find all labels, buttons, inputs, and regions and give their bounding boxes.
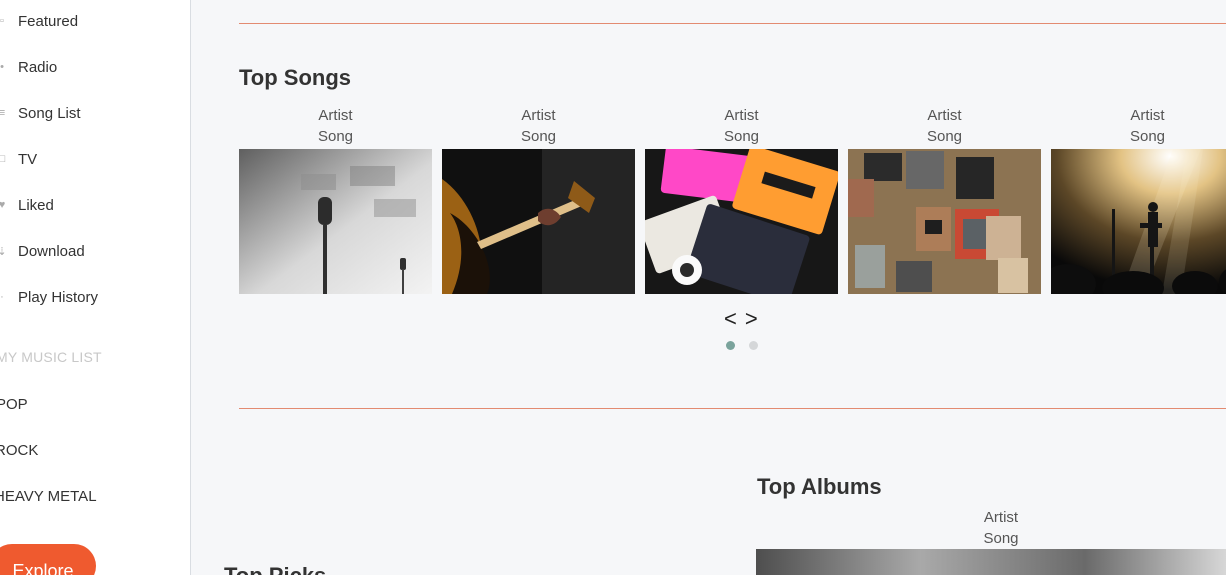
sidebar-item-download[interactable]: ⇣ Download [0,239,85,263]
sidebar-item-play-history[interactable]: · Play History [0,285,98,309]
sidebar-item-label: TV [18,150,38,168]
song-cover-cassettes[interactable] [645,149,838,294]
concert-stage-illustration [1051,149,1226,294]
sidebar-item-label: Song List [18,104,81,122]
history-icon: · [0,291,4,303]
carousel-dot[interactable] [749,341,758,350]
sidebar-item-liked[interactable]: ♥ Liked [0,193,54,217]
song-name: Song [520,128,557,145]
album-artist-name: Artist [983,509,1019,526]
sidebar-item-label: Download [18,242,85,260]
carousel-dot-active[interactable] [726,341,735,350]
my-music-list-heading: MY MUSIC LIST [0,349,102,365]
sidebar: ▫ Featured • Radio ≡ Song List □ TV ♥ Li… [0,0,191,575]
cassette-tapes-illustration [645,149,838,294]
song-card[interactable]: Artist Song [1051,105,1226,147]
sidebar-item-featured[interactable]: ▫ Featured [0,9,78,33]
song-cover-concert[interactable] [1051,149,1226,294]
top-picks-heading: Top Picks [224,563,326,575]
guitar-illustration [442,149,635,294]
sidebar-item-label: Radio [18,58,58,76]
artist-name: Artist [724,107,759,124]
chevron-left-icon[interactable]: < [724,306,745,331]
main-content: Top Songs Artist Song Artist Song Artist… [192,0,1226,575]
song-card[interactable]: Artist Song [442,105,635,147]
carousel-nav: <> [724,306,766,332]
sidebar-item-label: Featured [18,12,79,30]
album-song-name: Song [983,530,1019,547]
artist-name: Artist [521,107,556,124]
tv-icon: □ [0,153,8,165]
song-cover-amplifiers[interactable] [848,149,1041,294]
radio-icon: • [0,61,4,73]
song-card[interactable]: Artist Song [645,105,838,147]
song-cover-guitar[interactable] [442,149,635,294]
list-icon: ≡ [0,107,8,119]
song-card[interactable]: Artist Song [848,105,1041,147]
song-card[interactable]: Artist Song [239,105,432,147]
playlist-item-pop[interactable]: POP [0,396,28,413]
top-albums-heading: Top Albums [757,474,882,499]
sidebar-item-radio[interactable]: • Radio [0,55,57,79]
song-name: Song [926,128,963,145]
album-cover-image[interactable] [756,549,1226,575]
artist-name: Artist [318,107,353,124]
artist-name: Artist [1130,107,1165,124]
explore-button[interactable]: Explore [0,544,96,575]
sidebar-item-tv[interactable]: □ TV [0,147,37,171]
playlist-item-rock[interactable]: ROCK [0,442,38,459]
amplifier-stack-illustration [848,149,1041,294]
song-name: Song [723,128,760,145]
song-cover-microphone[interactable] [239,149,432,294]
playlist-item-heavy-metal[interactable]: HEAVY METAL [0,488,97,505]
sidebar-item-label: Play History [18,288,99,306]
top-divider [239,23,1226,24]
sidebar-item-song-list[interactable]: ≡ Song List [0,101,81,125]
middle-divider [239,408,1226,409]
song-name: Song [1129,128,1166,145]
song-name: Song [317,128,354,145]
sidebar-item-label: Liked [18,196,54,214]
chevron-right-icon[interactable]: > [745,306,766,331]
microphone-illustration [239,149,432,294]
download-icon: ⇣ [0,245,8,258]
featured-icon: ▫ [0,15,4,27]
artist-name: Artist [927,107,962,124]
top-songs-heading: Top Songs [239,65,352,90]
heart-icon: ♥ [0,199,8,211]
